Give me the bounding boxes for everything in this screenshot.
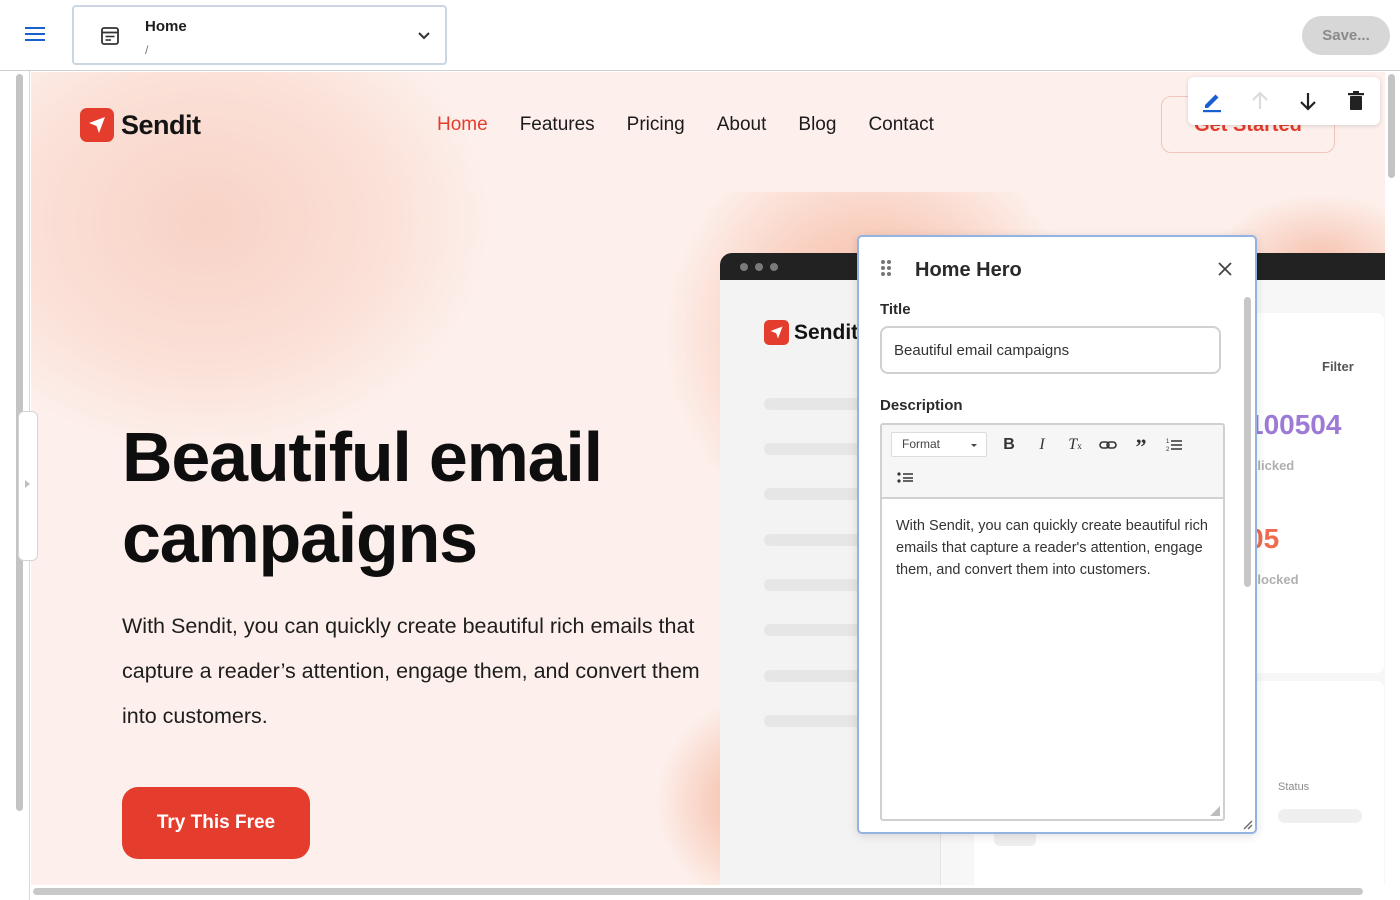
mockup-stat-value: 100504 (1248, 409, 1342, 440)
mockup-status-header: Status (1278, 781, 1310, 793)
bullet-list-icon[interactable] (894, 467, 916, 489)
chevron-right-icon (25, 480, 30, 488)
resize-handle-icon[interactable] (1241, 818, 1253, 830)
window-dot-icon (740, 263, 748, 271)
resize-handle-icon[interactable] (1210, 806, 1220, 816)
side-panel-toggle[interactable] (18, 411, 38, 561)
nav-link-features[interactable]: Features (520, 114, 595, 136)
italic-icon[interactable]: I (1031, 434, 1053, 456)
svg-text:1: 1 (1166, 439, 1170, 445)
save-button[interactable]: Save... (1302, 16, 1390, 55)
description-field-label: Description (880, 397, 963, 414)
site-logo[interactable]: Sendit (80, 108, 201, 142)
panel-scrollbar[interactable] (1244, 297, 1251, 587)
bold-icon[interactable]: B (998, 434, 1020, 456)
try-free-button[interactable]: Try This Free (122, 787, 310, 859)
window-dot-icon (755, 263, 763, 271)
hero-description: With Sendit, you can quickly create beau… (122, 614, 700, 728)
window-dot-icon (770, 263, 778, 271)
nav-link-blog[interactable]: Blog (798, 114, 836, 136)
page-name: Home (145, 18, 187, 35)
mockup-placeholder-bar (1278, 809, 1362, 823)
clear-format-icon[interactable]: Tx (1064, 434, 1086, 456)
page-icon (101, 27, 119, 45)
nav-link-pricing[interactable]: Pricing (627, 114, 685, 136)
format-dropdown[interactable]: Format (891, 432, 987, 457)
description-field[interactable]: With Sendit, you can quickly create beau… (896, 515, 1214, 581)
format-dropdown-label: Format (902, 437, 941, 451)
title-field-label: Title (880, 301, 911, 318)
block-toolbar (1188, 77, 1380, 125)
site-nav: Home Features Pricing About Blog Contact (437, 114, 966, 136)
mockup-brand-name: Sendit (794, 320, 859, 344)
page-path: / (145, 43, 149, 57)
block-editor-panel: Home Hero Title Description Format B I T… (857, 235, 1257, 834)
nav-link-contact[interactable]: Contact (868, 114, 933, 136)
right-scrollbar[interactable] (1388, 74, 1395, 178)
drag-handle-icon[interactable] (881, 260, 891, 276)
paper-plane-icon (80, 108, 114, 142)
arrow-up-icon[interactable] (1248, 89, 1272, 113)
rich-text-toolbar: Format B I Tx ” 1 2 (882, 425, 1223, 499)
nav-link-about[interactable]: About (717, 114, 767, 136)
link-icon[interactable] (1097, 434, 1119, 456)
paper-plane-icon (764, 320, 789, 345)
panel-title: Home Hero (915, 259, 1022, 281)
blockquote-icon[interactable]: ” (1130, 436, 1152, 458)
title-field[interactable] (880, 326, 1221, 374)
nav-link-home[interactable]: Home (437, 114, 488, 136)
page-selector[interactable]: Home / (72, 5, 447, 65)
mockup-logo: Sendit (764, 320, 858, 345)
pencil-edit-icon[interactable] (1200, 89, 1224, 113)
editor-toolbar: Home / Save... (0, 0, 1400, 71)
hamburger-menu-icon[interactable] (25, 27, 45, 43)
chevron-down-icon (418, 32, 430, 40)
svg-text:2: 2 (1166, 447, 1170, 453)
mockup-filter-label: Filter (1322, 359, 1354, 374)
close-icon[interactable] (1216, 260, 1234, 278)
rich-text-editor: Format B I Tx ” 1 2 With Sendit, you can… (880, 423, 1225, 821)
caret-down-icon (971, 444, 977, 447)
hero-title: Beautiful email campaigns (122, 418, 603, 577)
ordered-list-icon[interactable]: 1 2 (1163, 434, 1185, 456)
arrow-down-icon[interactable] (1296, 89, 1320, 113)
brand-name: Sendit (121, 109, 201, 140)
horizontal-scrollbar[interactable] (33, 888, 1363, 895)
trash-icon[interactable] (1344, 89, 1368, 113)
